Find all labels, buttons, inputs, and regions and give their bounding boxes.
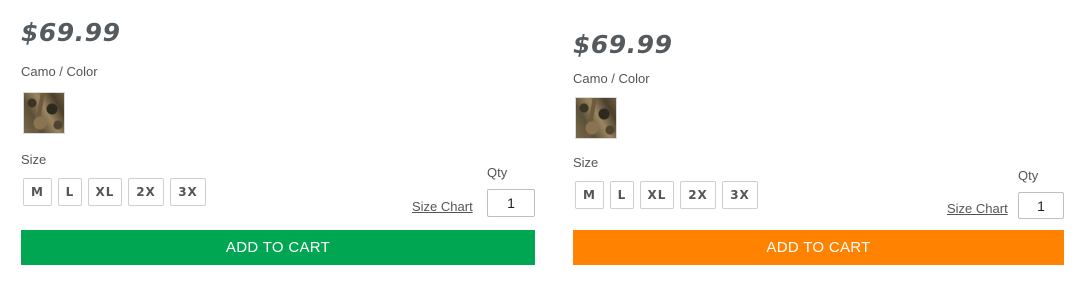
size-chart-link[interactable]: Size Chart [947,201,1008,216]
price: $69.99 [573,30,673,59]
size-label: Size [21,152,47,167]
product-panel-right: $69.99 Camo / Color Size M L XL 2X 3X Si… [573,30,1064,265]
size-option-3x[interactable]: 3X [170,178,206,206]
camo-swatch[interactable] [575,97,617,139]
qty-input[interactable] [1018,192,1064,219]
camo-color-label: Camo / Color [21,64,98,79]
size-option-l[interactable]: L [610,181,634,209]
price: $69.99 [21,18,121,47]
size-label: Size [573,155,599,170]
qty-input[interactable] [487,189,535,217]
add-to-cart-button[interactable]: ADD TO CART [21,230,535,265]
size-option-2x[interactable]: 2X [680,181,716,209]
size-option-3x[interactable]: 3X [722,181,758,209]
add-to-cart-button[interactable]: ADD TO CART [573,230,1064,265]
camo-color-label: Camo / Color [573,71,650,86]
size-option-2x[interactable]: 2X [128,178,164,206]
camo-swatch[interactable] [23,92,65,134]
size-option-l[interactable]: L [58,178,82,206]
qty-label: Qty [487,165,508,180]
size-option-m[interactable]: M [23,178,52,206]
size-option-xl[interactable]: XL [88,178,122,206]
size-option-m[interactable]: M [575,181,604,209]
size-option-xl[interactable]: XL [640,181,674,209]
product-panel-left: $69.99 Camo / Color Size M L XL 2X 3X Si… [21,18,535,265]
qty-label: Qty [1018,168,1039,183]
size-chart-link[interactable]: Size Chart [412,199,473,214]
